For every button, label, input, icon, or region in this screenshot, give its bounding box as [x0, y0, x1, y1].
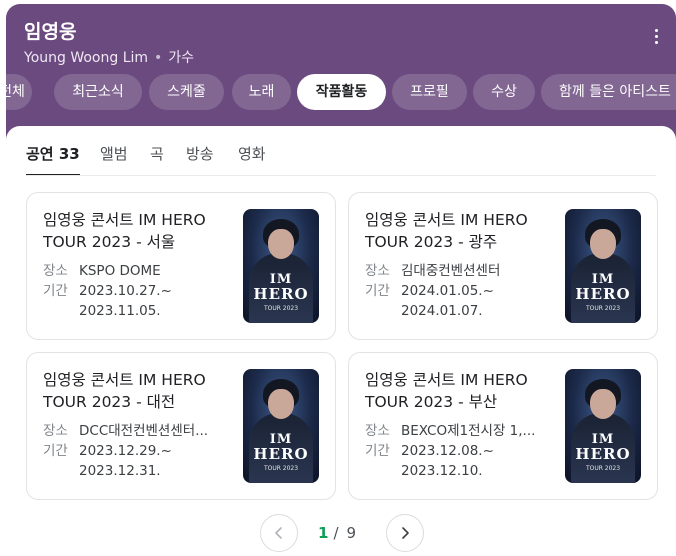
event-card[interactable]: 임영웅 콘서트 IM HERO TOUR 2023 - 부산 장소 BEXCO제…: [348, 352, 658, 500]
venue-label: 장소: [365, 423, 390, 439]
chip-awards[interactable]: 수상: [473, 74, 535, 110]
prev-page-button[interactable]: [260, 514, 298, 552]
period-label: 기간: [365, 283, 390, 299]
event-start-date: 2023.12.29.~: [79, 443, 172, 459]
chip-profile[interactable]: 프로필: [392, 74, 467, 110]
subtab-movies[interactable]: 영화: [238, 142, 266, 166]
period-label: 기간: [365, 443, 390, 459]
period-label: 기간: [43, 283, 68, 299]
event-venue: BEXCO제1전시장 1,...: [401, 423, 536, 439]
event-start-date: 2023.10.27.~: [79, 283, 172, 299]
chip-works[interactable]: 작품활동: [297, 74, 386, 110]
subtab-divider: [26, 175, 656, 176]
event-start-date: 2023.12.08.~: [401, 443, 494, 459]
chip-schedule[interactable]: 스케줄: [149, 74, 224, 110]
total-pages: 9: [346, 524, 357, 542]
event-end-date: 2024.01.07.: [401, 303, 483, 319]
venue-label: 장소: [43, 423, 68, 439]
subtitle-separator: •: [154, 50, 163, 66]
event-poster-image: IM HERO TOUR 2023: [243, 369, 319, 483]
works-panel: 공연 33 앨범 곡 방송 영화 임영웅 콘서트 IM HERO TOUR 20…: [6, 126, 676, 556]
subtab-broadcasts[interactable]: 방송: [186, 142, 214, 166]
chip-songs[interactable]: 노래: [232, 74, 291, 110]
artist-card: 임영웅 Young Woong Lim • 가수 전체 최근소식 스케줄 노래 작품…: [6, 4, 676, 556]
next-page-button[interactable]: [386, 514, 424, 552]
venue-label: 장소: [365, 263, 390, 279]
more-options-icon[interactable]: [644, 24, 668, 48]
page-indicator: 1/ 9: [318, 523, 356, 543]
current-page: 1: [318, 524, 329, 542]
event-venue: DCC대전컨벤션센터...: [79, 423, 209, 439]
venue-label: 장소: [43, 263, 68, 279]
event-card[interactable]: 임영웅 콘서트 IM HERO TOUR 2023 - 광주 장소 김대중컨벤션…: [348, 192, 658, 340]
event-poster-image: IM HERO TOUR 2023: [565, 369, 641, 483]
event-title: 임영웅 콘서트 IM HERO TOUR 2023 - 대전: [43, 371, 206, 411]
chip-related-artists[interactable]: 함께 들은 아티스트: [541, 74, 676, 110]
chip-all[interactable]: 전체: [6, 74, 32, 110]
subtab-songs[interactable]: 곡: [150, 142, 164, 166]
event-end-date: 2023.11.05.: [79, 303, 161, 319]
event-card[interactable]: 임영웅 콘서트 IM HERO TOUR 2023 - 서울 장소 KSPO D…: [26, 192, 336, 340]
event-start-date: 2024.01.05.~: [401, 283, 494, 299]
event-poster-image: IM HERO TOUR 2023: [243, 209, 319, 323]
event-title: 임영웅 콘서트 IM HERO TOUR 2023 - 광주: [365, 211, 528, 251]
artist-subtitle: Young Woong Lim • 가수: [24, 48, 194, 68]
event-title: 임영웅 콘서트 IM HERO TOUR 2023 - 부산: [365, 371, 528, 411]
event-end-date: 2023.12.10.: [401, 463, 483, 479]
event-end-date: 2023.12.31.: [79, 463, 161, 479]
page-separator: /: [333, 524, 339, 542]
event-venue: 김대중컨벤션센터: [401, 263, 501, 279]
artist-english-name: Young Woong Lim: [24, 50, 149, 66]
artist-role: 가수: [168, 50, 195, 66]
subtab-concerts[interactable]: 공연 33: [26, 142, 80, 176]
chip-recent-news[interactable]: 최근소식: [54, 74, 142, 110]
event-venue: KSPO DOME: [79, 263, 161, 279]
period-label: 기간: [43, 443, 68, 459]
event-poster-image: IM HERO TOUR 2023: [565, 209, 641, 323]
category-chips: 전체 최근소식 스케줄 노래 작품활동 프로필 수상 함께 들은 아티스트: [6, 74, 676, 112]
event-title: 임영웅 콘서트 IM HERO TOUR 2023 - 서울: [43, 211, 206, 251]
pagination: 1/ 9: [260, 514, 424, 552]
chevron-right-icon: [402, 527, 409, 539]
chevron-left-icon: [275, 527, 282, 539]
artist-name: 임영웅: [24, 21, 77, 43]
event-card[interactable]: 임영웅 콘서트 IM HERO TOUR 2023 - 대전 장소 DCC대전컨…: [26, 352, 336, 500]
subtab-albums[interactable]: 앨범: [100, 142, 128, 166]
